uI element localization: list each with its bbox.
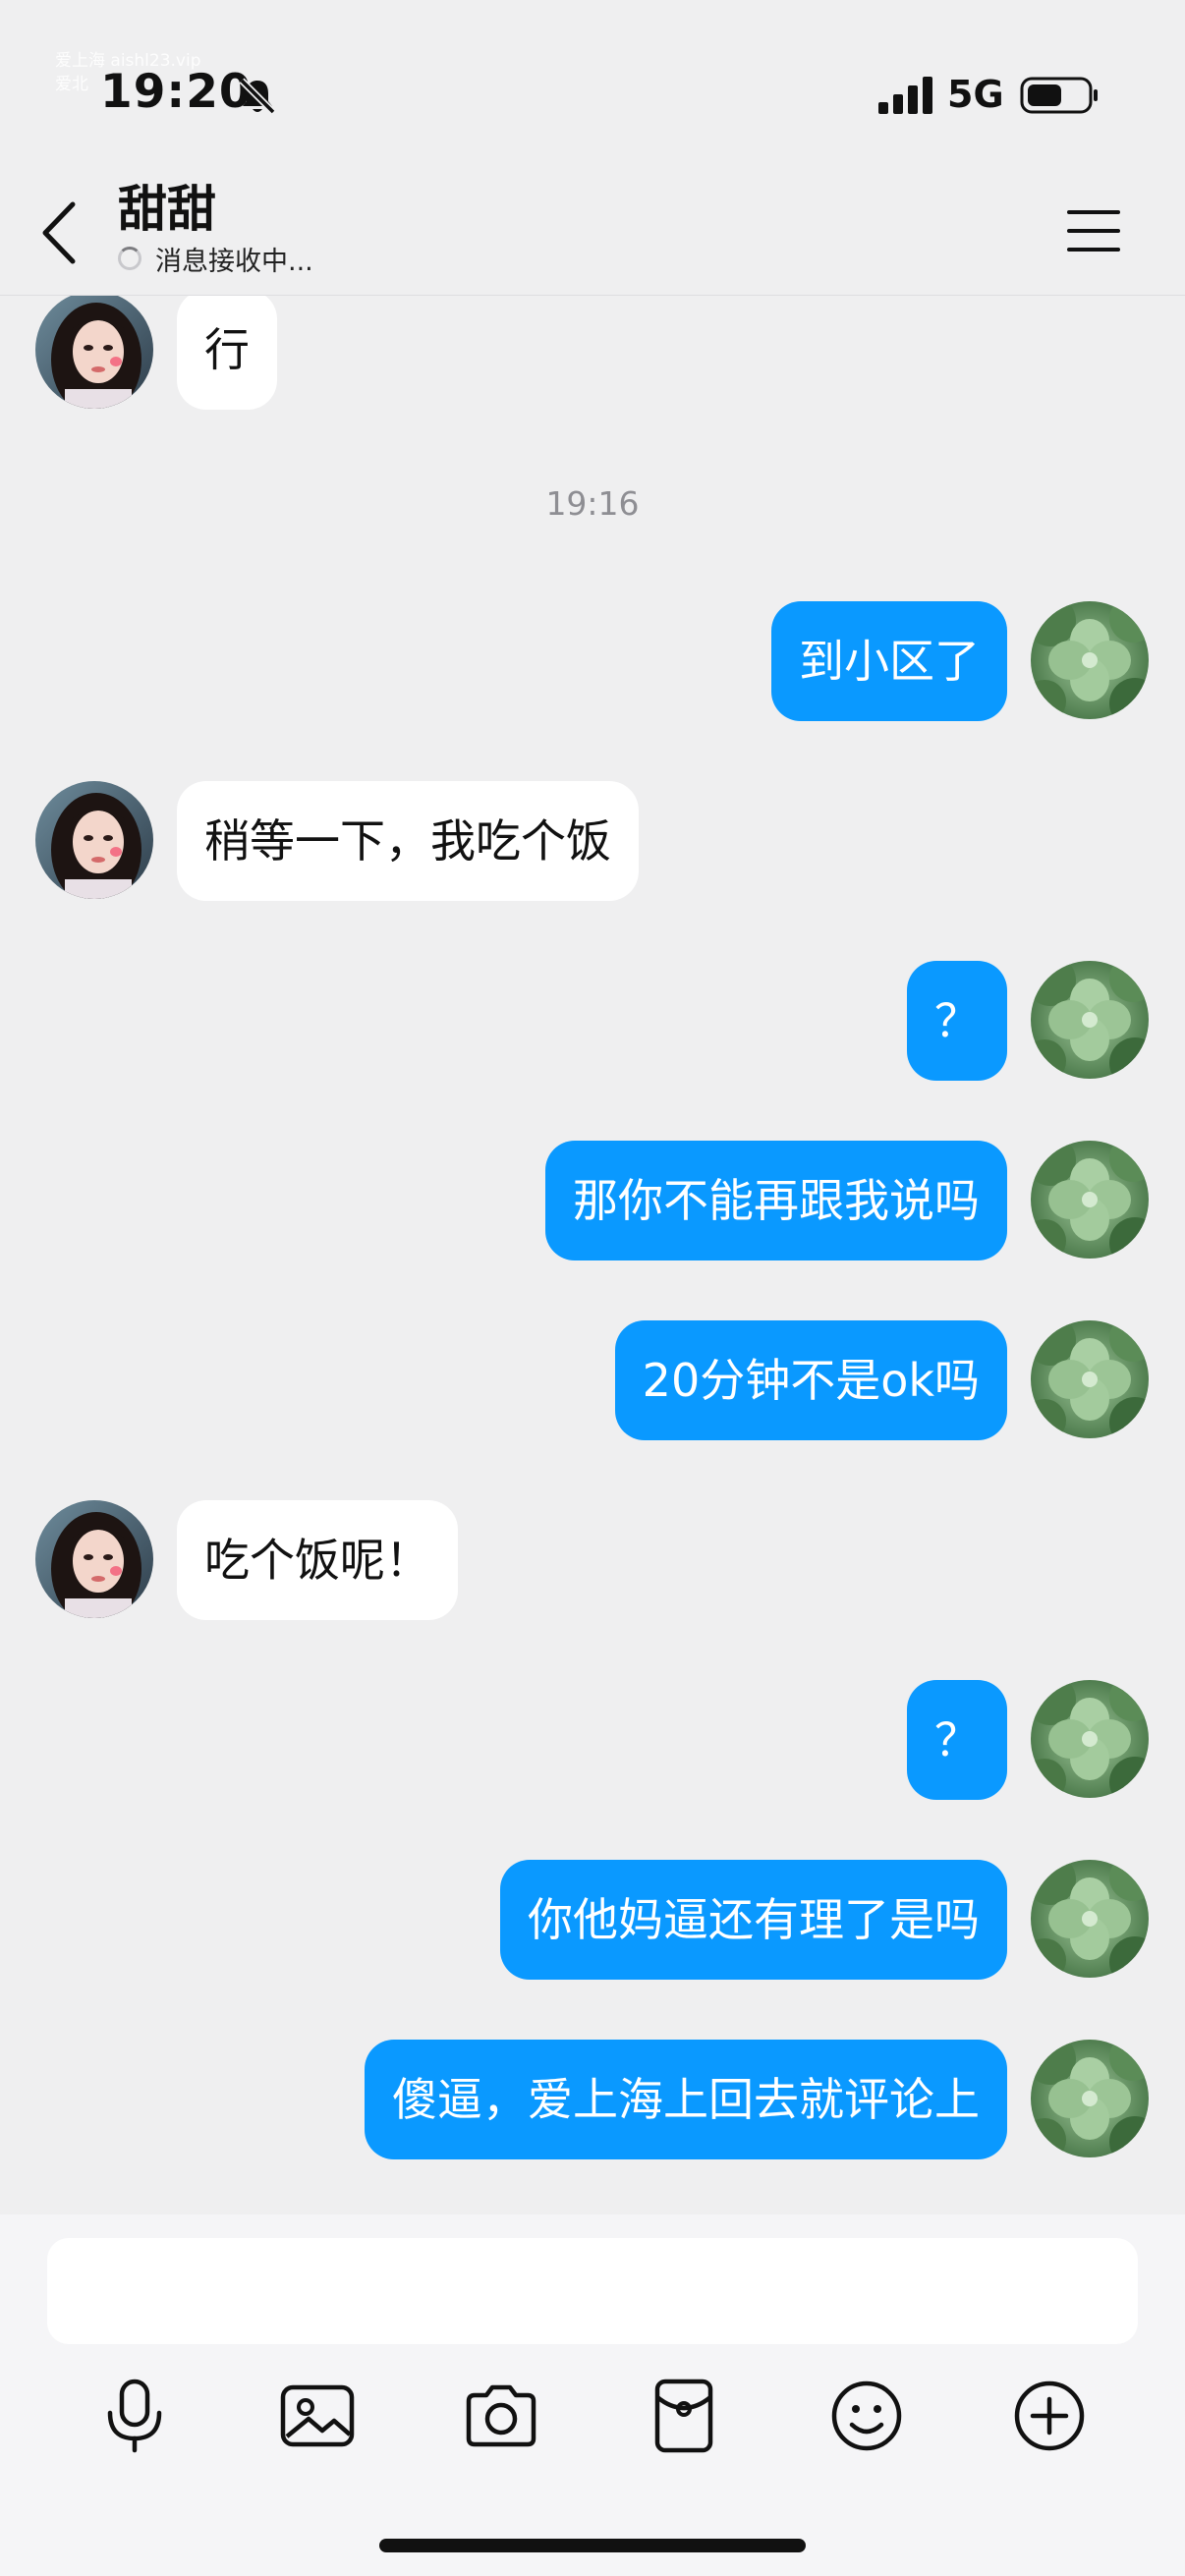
my-avatar[interactable] [1031,1860,1149,1978]
connection-status: 消息接收中... [118,242,313,277]
my-avatar[interactable] [1031,1680,1149,1798]
sent-message-bubble[interactable]: 你他妈逼还有理了是吗 [500,1860,1007,1980]
red-packet-icon[interactable] [640,2372,728,2460]
contact-avatar[interactable] [35,1500,153,1618]
status-bar: 爱上海 aishl23.vip 爱北 19:20 5G [0,0,1185,167]
received-message-bubble[interactable]: 行 [177,296,277,410]
bell-slash-icon [239,78,276,115]
microphone-icon[interactable] [90,2372,179,2460]
chat-header: 甜甜 消息接收中... [0,167,1185,296]
sent-message-bubble[interactable]: ？ [907,961,1007,1081]
sent-message-bubble[interactable]: 到小区了 [771,601,1007,721]
my-avatar[interactable] [1031,601,1149,719]
contact-name: 甜甜 [118,181,216,238]
signal-bars-icon [878,77,932,114]
network-type: 5G [947,73,1004,116]
received-message-bubble[interactable]: 稍等一下，我吃个饭 [177,781,639,901]
message-timestamp: 19:16 [545,484,640,523]
message-input[interactable] [47,2238,1138,2344]
composer [0,2214,1185,2576]
sent-message-bubble[interactable]: ？ [907,1680,1007,1800]
status-time: 19:20 [100,65,253,119]
message-list[interactable]: 行 19:16 到小区了 稍等一下，我吃个饭 ？ 那你不能再跟我说吗 20分钟不… [0,296,1185,2213]
my-avatar[interactable] [1031,2040,1149,2157]
sent-message-bubble[interactable]: 那你不能再跟我说吗 [545,1141,1007,1260]
sent-message-bubble[interactable]: 傻逼，爱上海上回去就评论上 [365,2040,1007,2159]
image-icon[interactable] [273,2372,362,2460]
contact-avatar[interactable] [35,781,153,899]
plus-circle-icon[interactable] [1005,2372,1094,2460]
emoji-icon[interactable] [822,2372,911,2460]
sent-message-bubble[interactable]: 20分钟不是ok吗 [614,1320,1007,1440]
chevron-left-icon[interactable] [37,198,86,267]
received-message-bubble[interactable]: 吃个饭呢！ [177,1500,458,1620]
connection-status-text: 消息接收中... [155,246,313,277]
home-indicator[interactable] [379,2539,806,2552]
contact-avatar[interactable] [35,296,153,409]
my-avatar[interactable] [1031,1320,1149,1438]
my-avatar[interactable] [1031,961,1149,1079]
loading-spinner-icon [118,247,141,270]
battery-icon [1020,77,1098,114]
camera-icon[interactable] [457,2372,545,2460]
my-avatar[interactable] [1031,1141,1149,1259]
hamburger-menu-icon[interactable] [1067,206,1120,255]
